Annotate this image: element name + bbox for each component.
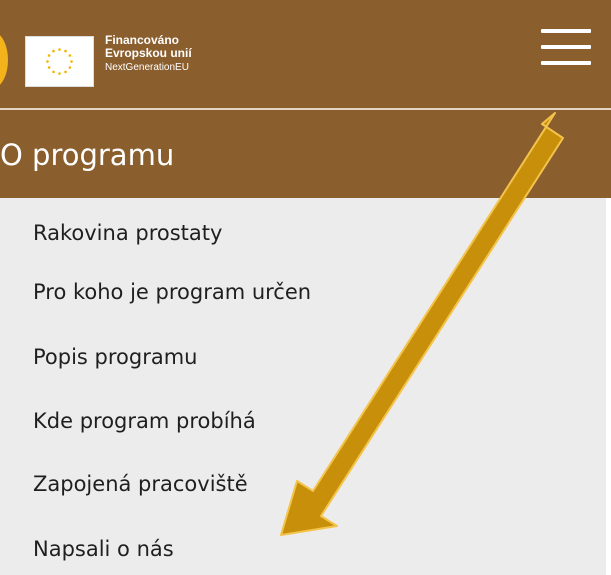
menu-item-kde-program[interactable]: Kde program probíhá xyxy=(33,408,256,434)
hamburger-line xyxy=(541,45,591,49)
menu-item-rakovina-prostaty[interactable]: Rakovina prostaty xyxy=(33,220,222,246)
submenu: Rakovina prostaty Pro koho je program ur… xyxy=(0,198,606,575)
hamburger-line xyxy=(541,29,591,33)
menu-item-pro-koho[interactable]: Pro koho je program určen xyxy=(33,279,311,305)
section-title: O programu xyxy=(0,138,175,172)
eu-line-2: Evropskou unií xyxy=(105,46,192,60)
eu-line-3: NextGenerationEU xyxy=(105,62,189,73)
menu-item-popis-programu[interactable]: Popis programu xyxy=(33,344,198,370)
orange-circle-edge xyxy=(0,32,8,88)
menu-item-zapojena-pracoviste[interactable]: Zapojená pracoviště xyxy=(33,471,248,497)
menu-item-napsali-o-nas[interactable]: Napsali o nás xyxy=(33,536,174,562)
hamburger-menu-icon[interactable] xyxy=(541,29,591,66)
hamburger-line xyxy=(541,61,591,65)
eu-flag-icon xyxy=(25,36,94,87)
eu-funding-label: Financováno Evropskou unií NextGeneratio… xyxy=(105,34,192,74)
site-header: Financováno Evropskou unií NextGeneratio… xyxy=(0,0,611,108)
